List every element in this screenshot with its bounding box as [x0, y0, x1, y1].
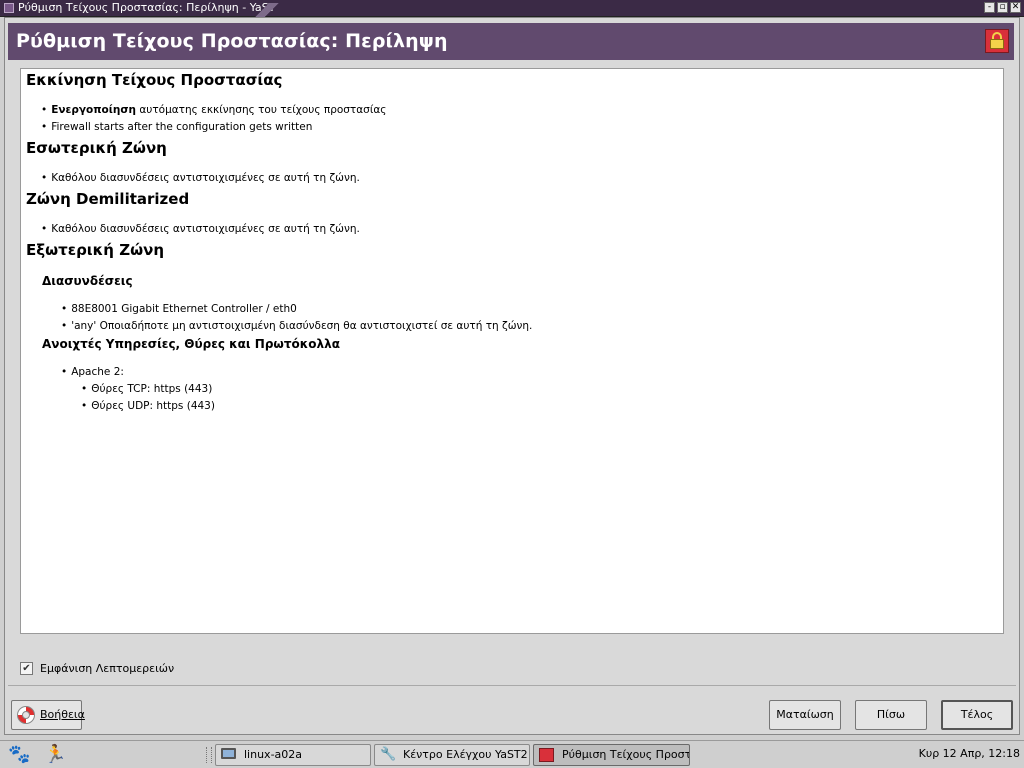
list-item: • 88E8001 Gigabit Ethernet Controller / e… [61, 303, 297, 315]
list-item: • Apache 2: [61, 366, 124, 378]
help-button[interactable]: Βοήθεια [11, 700, 85, 730]
list-item: • Θύρες UDP: https (443) [81, 400, 215, 412]
list-item: • Firewall starts after the configuration… [41, 121, 313, 133]
subheading-interfaces: Διασυνδέσεις [42, 274, 133, 288]
lifebuoy-icon [17, 706, 35, 724]
show-details-label[interactable]: Εμφάνιση Λεπτομερειών [40, 662, 174, 675]
help-button-label: Βοήθεια [40, 708, 85, 721]
taskbar-item-firewall[interactable]: Ρύθμιση Τείχους Προστ... [533, 744, 690, 766]
list-item: • Καθόλου διασυνδέσεις αντιστοιχισμένες σ… [41, 172, 360, 184]
minimize-button[interactable]: - [984, 2, 995, 13]
maximize-button[interactable]: ▫ [997, 2, 1008, 13]
taskbar-item-yast-control-center[interactable]: 🔧 Κέντρο Ελέγχου YaST2 [374, 744, 530, 766]
section-heading-startup: Εκκίνηση Τείχους Προστασίας [26, 71, 283, 89]
divider [8, 685, 1016, 686]
window-menu-icon[interactable] [4, 3, 14, 13]
finish-button[interactable]: Τέλος [941, 700, 1013, 730]
list-item: • Θύρες TCP: https (443) [81, 383, 213, 395]
close-button[interactable]: ✕ [1010, 2, 1021, 13]
taskbar: 🐾 🏃 linux-a02a 🔧 Κέντρο Ελέγχου YaST2 Ρύ… [0, 740, 1024, 768]
section-heading-external-zone: Εξωτερική Ζώνη [26, 241, 165, 259]
dialog-header: Ρύθμιση Τείχους Προστασίας: Περίληψη [8, 23, 1014, 60]
clock[interactable]: Κυρ 12 Απρ, 12:18 [919, 747, 1020, 760]
firewall-lock-icon [985, 29, 1009, 53]
firewall-icon [539, 748, 554, 762]
yast-window: Ρύθμιση Τείχους Προστασίας: Περίληψη Εκκ… [4, 17, 1020, 735]
window-titlebar[interactable]: Ρύθμιση Τείχους Προστασίας: Περίληψη - Y… [0, 0, 1024, 17]
window-title: Ρύθμιση Τείχους Προστασίας: Περίληψη - Y… [18, 1, 282, 15]
taskbar-item-linux-a02a[interactable]: linux-a02a [215, 744, 371, 766]
checkbox-check-icon[interactable]: ✔ [20, 662, 33, 675]
list-item: • Καθόλου διασυνδέσεις αντιστοιχισμένες σ… [41, 223, 360, 235]
list-item: • Ενεργοποίηση αυτόματης εκκίνησης του τε… [41, 104, 387, 116]
summary-pane[interactable]: Εκκίνηση Τείχους Προστασίας • Ενεργοποίησ… [20, 68, 1004, 634]
section-heading-internal-zone: Εσωτερική Ζώνη [26, 139, 167, 157]
abort-button[interactable]: Ματαίωση [769, 700, 841, 730]
list-item: •'any' Οποιαδήποτε μη αντιστοιχισμένη δι… [61, 320, 533, 332]
taskbar-handle[interactable] [206, 747, 212, 763]
monitor-icon [221, 748, 236, 759]
subheading-open-services: Ανοιχτές Υπηρεσίες, Θύρες και Πρωτόκολλα [42, 337, 340, 351]
run-application-icon[interactable]: 🏃 [44, 744, 66, 766]
gnome-foot-icon[interactable]: 🐾 [8, 745, 30, 765]
yast-control-center-icon: 🔧 [380, 747, 397, 762]
back-button[interactable]: Πίσω [855, 700, 927, 730]
page-title: Ρύθμιση Τείχους Προστασίας: Περίληψη [16, 30, 448, 52]
titlebar-decoration [250, 3, 284, 17]
section-heading-dmz-zone: Ζώνη Demilitarized [26, 190, 190, 208]
